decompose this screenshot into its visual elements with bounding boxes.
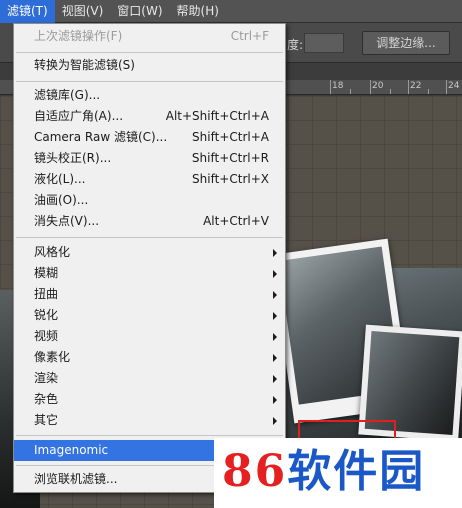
menu-separator xyxy=(16,435,283,436)
submenu-arrow-icon xyxy=(273,249,277,257)
ruler-tick xyxy=(408,80,409,94)
menu-item-oil-paint[interactable]: 油画(O)... xyxy=(14,190,285,211)
watermark-cn: 软件园 xyxy=(287,446,426,497)
menu-item-filter-gallery[interactable]: 滤镜库(G)... xyxy=(14,85,285,106)
watermark-text: 86软件园 xyxy=(222,446,425,498)
options-label: 度: xyxy=(287,38,304,52)
menu-item-noise[interactable]: 杂色 xyxy=(14,389,285,410)
filter-menu: 上次滤镜操作(F) Ctrl+F 转换为智能滤镜(S) 滤镜库(G)... 自适… xyxy=(13,23,286,493)
options-value-field[interactable] xyxy=(304,33,344,53)
menu-separator xyxy=(16,81,283,82)
submenu-arrow-icon xyxy=(273,417,277,425)
ruler-label: 18 xyxy=(332,81,344,91)
menu-item-lens-correction[interactable]: 镜头校正(R)... Shift+Ctrl+R xyxy=(14,148,285,169)
menu-item-vanishing-point[interactable]: 消失点(V)... Alt+Ctrl+V xyxy=(14,211,285,232)
ruler-tick xyxy=(350,89,351,94)
refine-edge-button[interactable]: 调整边缘... xyxy=(362,31,450,55)
submenu-arrow-icon xyxy=(273,270,277,278)
menu-view[interactable]: 视图(V) xyxy=(55,0,111,23)
menu-bar: 滤镜(T) 视图(V) 窗口(W) 帮助(H) xyxy=(0,0,462,23)
menu-filter[interactable]: 滤镜(T) xyxy=(0,0,55,23)
submenu-arrow-icon xyxy=(273,396,277,404)
menu-item-stylize[interactable]: 风格化 xyxy=(14,242,285,263)
menu-item-distort[interactable]: 扭曲 xyxy=(14,284,285,305)
watermark-digits: 86 xyxy=(222,446,288,497)
ruler-tick xyxy=(428,89,429,94)
menu-window[interactable]: 窗口(W) xyxy=(110,0,169,23)
submenu-arrow-icon xyxy=(273,312,277,320)
menu-item-video[interactable]: 视频 xyxy=(14,326,285,347)
ruler-tick xyxy=(370,80,371,94)
ruler-label: 20 xyxy=(372,81,384,91)
menu-item-liquify[interactable]: 液化(L)... Shift+Ctrl+X xyxy=(14,169,285,190)
menu-separator xyxy=(16,52,283,53)
menu-item-adaptive-wide-angle[interactable]: 自适应广角(A)... Alt+Shift+Ctrl+A xyxy=(14,106,285,127)
menu-item-convert-smart-filter[interactable]: 转换为智能滤镜(S) xyxy=(14,55,285,76)
watermark-86rj: 86软件园 xyxy=(214,438,462,508)
menu-item-render[interactable]: 渲染 xyxy=(14,368,285,389)
ruler-tick xyxy=(446,80,447,94)
ruler-tick xyxy=(330,80,331,94)
menu-separator xyxy=(16,237,283,238)
ruler-tick xyxy=(390,89,391,94)
menu-item-other[interactable]: 其它 xyxy=(14,410,285,431)
menu-item-blur[interactable]: 模糊 xyxy=(14,263,285,284)
menu-item-last-filter: 上次滤镜操作(F) Ctrl+F xyxy=(34,29,269,43)
submenu-arrow-icon xyxy=(273,291,277,299)
menu-item-sharpen[interactable]: 锐化 xyxy=(14,305,285,326)
ruler-label: 22 xyxy=(410,81,422,91)
menu-item-camera-raw[interactable]: Camera Raw 滤镜(C)... Shift+Ctrl+A xyxy=(14,127,285,148)
submenu-arrow-icon xyxy=(273,375,277,383)
ruler-label: 24 xyxy=(448,81,460,91)
submenu-arrow-icon xyxy=(273,333,277,341)
menu-help[interactable]: 帮助(H) xyxy=(170,0,226,23)
menu-item-pixelate[interactable]: 像素化 xyxy=(14,347,285,368)
submenu-arrow-icon xyxy=(273,354,277,362)
